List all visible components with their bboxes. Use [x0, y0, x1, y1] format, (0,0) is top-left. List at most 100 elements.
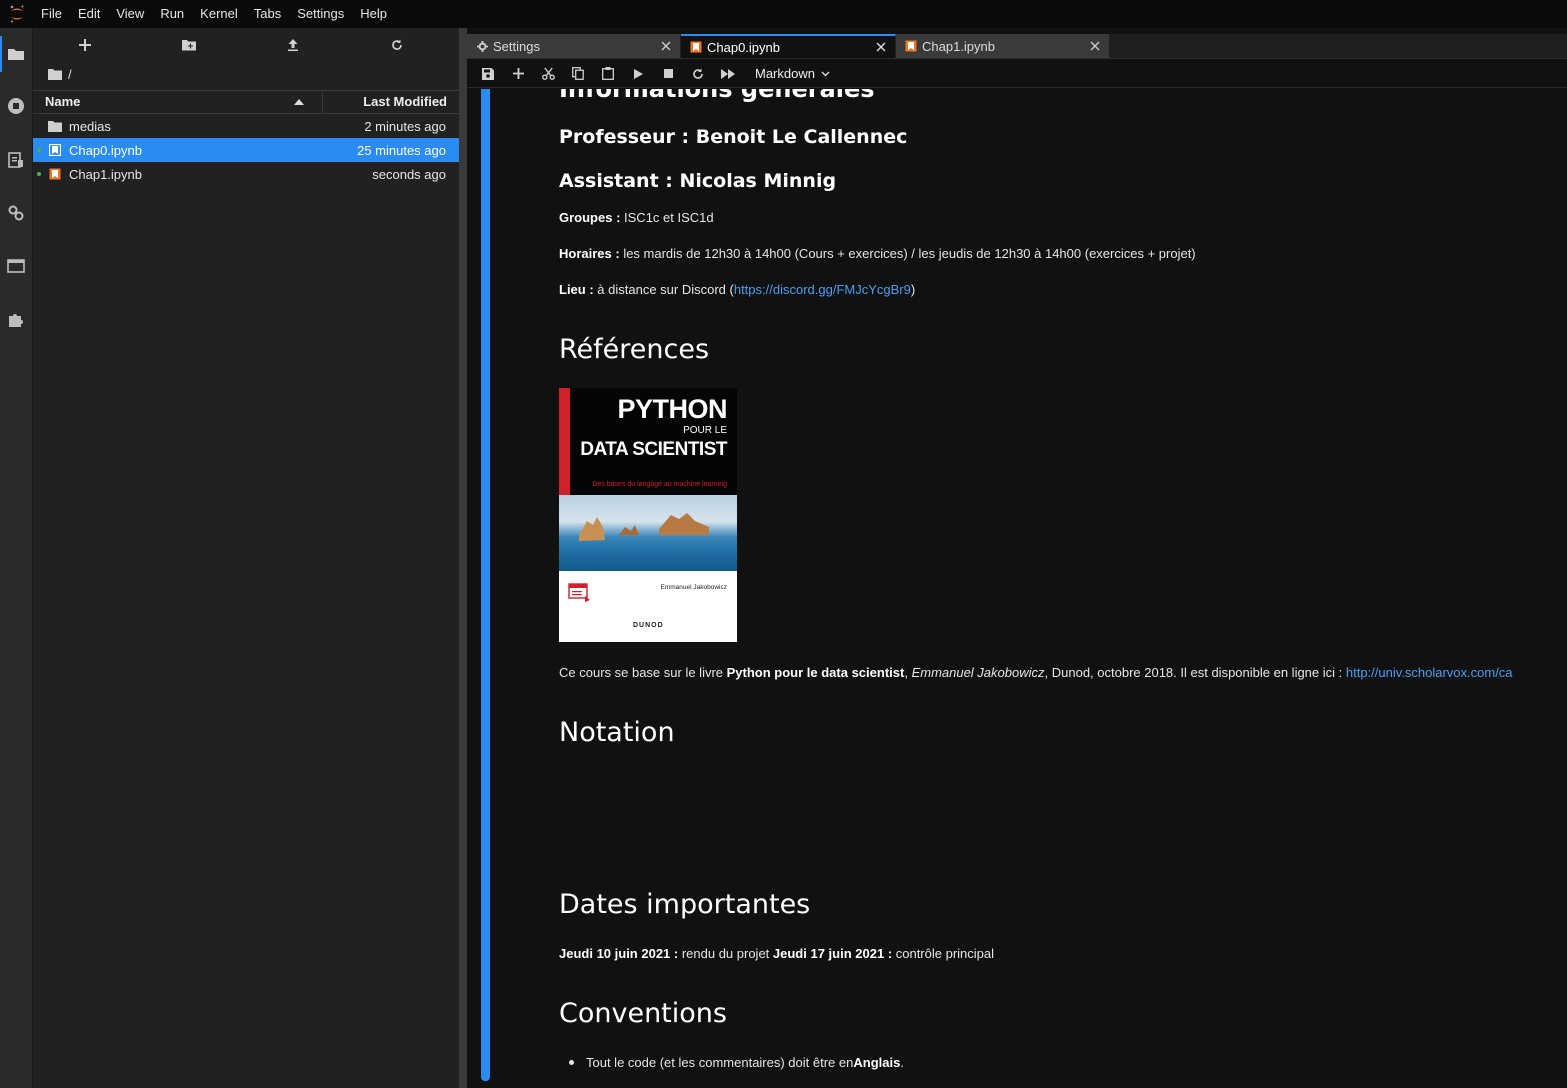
upload-button[interactable]	[241, 28, 345, 62]
file-modified: 2 minutes ago	[364, 118, 446, 134]
file-browser-panel: / Name Last Modified medias 2 minutes ago…	[33, 28, 459, 1088]
property-inspector-icon[interactable]	[6, 203, 26, 223]
book-title-line-3: DATA SCIENTIST	[580, 439, 727, 460]
list-item[interactable]: Chap0.ipynb 25 minutes ago	[33, 138, 459, 162]
gear-icon	[475, 39, 489, 53]
date2-label: Jeudi 17 juin 2021 :	[772, 946, 893, 961]
folder-icon[interactable]	[48, 68, 62, 80]
new-folder-button[interactable]	[137, 28, 241, 62]
heading-professor: Professeur : Benoit Le Callennec	[559, 126, 908, 148]
plus-icon	[512, 68, 524, 79]
convention-bold: Anglais	[853, 1055, 901, 1070]
save-button[interactable]	[473, 62, 503, 86]
modified-column-header[interactable]: Last Modified	[323, 91, 459, 113]
book-cover-photo	[559, 495, 737, 571]
menu-file[interactable]: File	[33, 0, 70, 28]
place-paragraph: Lieu : à distance sur Discord (https://d…	[559, 282, 915, 297]
heading-informations: Informations générales	[559, 89, 875, 103]
discord-link[interactable]: https://discord.gg/FMJcYcgBr9	[734, 282, 911, 297]
notebook-icon	[689, 40, 703, 54]
running-indicator-icon	[37, 148, 41, 152]
fast-forward-icon	[721, 68, 735, 79]
list-item[interactable]: Chap1.ipynb seconds ago	[33, 162, 459, 186]
active-cell-indicator[interactable]	[481, 89, 490, 1081]
insert-cell-button[interactable]	[503, 62, 533, 86]
notebook-icon	[904, 39, 918, 53]
tab-label: Chap1.ipynb	[922, 38, 995, 54]
run-button[interactable]	[623, 62, 653, 86]
folder-icon[interactable]	[6, 44, 26, 64]
play-icon	[633, 68, 643, 79]
heading-assistant: Assistant : Nicolas Minnig	[559, 170, 837, 192]
menu-kernel[interactable]: Kernel	[192, 0, 246, 28]
upload-icon	[288, 39, 298, 51]
panel-splitter[interactable]	[459, 28, 467, 1088]
hours-label: Horaires :	[559, 246, 620, 261]
heading-conventions: Conventions	[559, 998, 727, 1029]
reference-comma: ,	[904, 665, 912, 680]
close-icon[interactable]	[1085, 36, 1105, 56]
copy-icon	[572, 67, 584, 80]
file-name: Chap0.ipynb	[69, 142, 142, 158]
menu-run[interactable]: Run	[152, 0, 192, 28]
place-label: Lieu :	[559, 282, 594, 297]
restart-button[interactable]	[683, 62, 713, 86]
heading-dates: Dates importantes	[559, 889, 811, 920]
menu-edit[interactable]: Edit	[70, 0, 108, 28]
main-area: Settings Chap0.ipynb Chap1.ipynb Markdow…	[467, 28, 1567, 1088]
heading-notation: Notation	[559, 717, 675, 748]
running-sessions-icon[interactable]	[6, 96, 26, 116]
activity-bar	[0, 28, 33, 1088]
hours-paragraph: Horaires : les mardis de 12h30 à 14h00 (…	[559, 246, 1196, 261]
tabs-icon[interactable]	[6, 256, 26, 276]
jupyter-logo-icon	[0, 0, 33, 28]
notebook-icon	[48, 143, 62, 157]
book-publisher: DUNOD	[633, 622, 664, 629]
close-icon[interactable]	[871, 37, 891, 57]
scissors-icon	[541, 67, 555, 80]
menu-tabs[interactable]: Tabs	[246, 0, 289, 28]
reference-paragraph: Ce cours se base sur le livre Python pou…	[559, 665, 1513, 680]
new-launcher-button[interactable]	[33, 28, 137, 62]
file-list: medias 2 minutes ago Chap0.ipynb 25 minutes…	[33, 114, 459, 186]
tab-chap0[interactable]: Chap0.ipynb	[681, 34, 896, 58]
name-column-header[interactable]: Name	[33, 91, 323, 113]
cut-button[interactable]	[533, 62, 563, 86]
refresh-icon	[693, 68, 703, 79]
menu-bar: File Edit View Run Kernel Tabs Settings …	[0, 0, 1567, 28]
menu-help[interactable]: Help	[352, 0, 395, 28]
scholarvox-link[interactable]: http://univ.scholarvox.com/ca	[1346, 665, 1513, 680]
tab-chap1[interactable]: Chap1.ipynb	[896, 34, 1110, 58]
extensions-icon[interactable]	[6, 309, 26, 329]
cell-type-value: Markdown	[755, 66, 815, 81]
stop-icon	[663, 69, 673, 78]
place-value: à distance sur Discord (	[593, 282, 734, 297]
menu-settings[interactable]: Settings	[289, 0, 352, 28]
book-title-line-2: POUR LE	[683, 425, 727, 436]
book-cover-image: PYTHON POUR LE DATA SCIENTIST Des bases …	[559, 388, 737, 642]
tab-settings[interactable]: Settings	[467, 34, 681, 58]
save-icon	[482, 67, 494, 80]
interrupt-button[interactable]	[653, 62, 683, 86]
groups-label: Groupes :	[559, 210, 621, 225]
running-indicator-icon	[37, 172, 41, 176]
heading-references: Références	[559, 334, 710, 365]
close-icon[interactable]	[656, 36, 676, 56]
commands-icon[interactable]	[6, 150, 26, 170]
cell-type-select[interactable]: Markdown	[755, 66, 830, 81]
list-item[interactable]: medias 2 minutes ago	[33, 114, 459, 138]
breadcrumb-root[interactable]: /	[68, 67, 72, 82]
copy-button[interactable]	[563, 62, 593, 86]
notebook-panel[interactable]: Informations générales Professeur : Beno…	[467, 89, 1567, 1088]
tab-label: Chap0.ipynb	[707, 39, 780, 55]
tab-label: Settings	[493, 38, 540, 54]
tab-bar: Settings Chap0.ipynb Chap1.ipynb	[467, 34, 1567, 59]
date1-label: Jeudi 10 juin 2021 :	[559, 946, 679, 961]
restart-run-all-button[interactable]	[713, 62, 743, 86]
file-list-header: Name Last Modified	[33, 90, 459, 114]
refresh-button[interactable]	[345, 28, 449, 62]
book-badge-icon	[568, 580, 592, 604]
menu-view[interactable]: View	[108, 0, 152, 28]
place-end: )	[910, 282, 916, 297]
paste-button[interactable]	[593, 62, 623, 86]
